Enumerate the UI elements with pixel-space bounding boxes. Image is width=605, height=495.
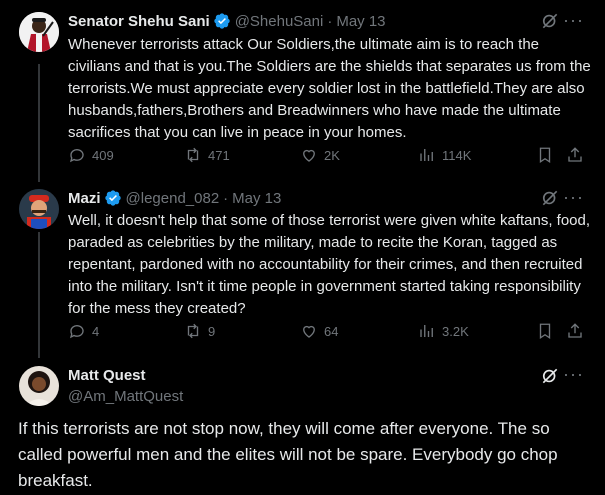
views-button[interactable]: 114K — [418, 146, 471, 164]
separator-dot: · — [223, 189, 229, 207]
repost-button[interactable]: 471 — [184, 146, 230, 164]
repost-icon — [187, 323, 199, 339]
bookmark-button[interactable] — [536, 146, 554, 164]
views-button[interactable]: 3.2K — [418, 322, 469, 340]
tweet-date[interactable]: May 13 — [232, 190, 281, 207]
repost-icon — [187, 147, 199, 163]
tweet-date[interactable]: May 13 — [336, 13, 385, 30]
verified-badge-icon — [104, 190, 121, 206]
share-icon — [568, 323, 582, 338]
author-handle[interactable]: @Am_MattQuest — [68, 388, 183, 405]
grok-icon[interactable] — [540, 11, 560, 31]
avatar[interactable] — [19, 189, 59, 229]
more-icon[interactable]: ··· — [563, 10, 583, 30]
views-count: 114K — [442, 147, 472, 163]
reply-button[interactable]: 409 — [68, 146, 114, 164]
author-name[interactable]: Matt Quest — [68, 367, 146, 384]
author-handle[interactable]: @legend_082 — [126, 190, 220, 207]
bookmark-button[interactable] — [536, 322, 554, 340]
like-icon — [303, 149, 315, 162]
author-name[interactable]: Mazi — [68, 190, 101, 207]
tweet-text: Well, it doesn't help that some of those… — [68, 212, 591, 317]
avatar[interactable] — [19, 12, 59, 52]
reply-button[interactable]: 4 — [68, 322, 99, 340]
grok-icon[interactable] — [540, 188, 560, 208]
tweet-text: Whenever terrorists attack Our Soldiers,… — [68, 36, 591, 141]
like-count: 64 — [324, 323, 339, 339]
more-icon[interactable]: ··· — [563, 364, 583, 384]
tweet-shehu-sani[interactable]: Senator Shehu Sani @ShehuSani · May 13 ·… — [0, 0, 605, 180]
verified-badge-icon — [214, 13, 230, 29]
like-count: 2K — [324, 147, 340, 163]
reply-icon — [69, 149, 84, 163]
reply-count: 409 — [92, 147, 114, 163]
more-icon[interactable]: ··· — [563, 187, 583, 207]
share-button[interactable] — [566, 322, 584, 340]
views-icon — [420, 325, 433, 337]
reply-count: 4 — [92, 323, 100, 339]
grok-icon[interactable] — [540, 366, 560, 386]
author-name[interactable]: Senator Shehu Sani — [68, 13, 210, 30]
like-button[interactable]: 2K — [300, 146, 340, 164]
tweet-actions: 4 9 64 3.2K — [68, 322, 588, 342]
bookmark-icon — [539, 323, 551, 340]
like-icon — [303, 325, 315, 338]
tweet-text: If this terrorists are not stop now, the… — [18, 419, 558, 490]
like-button[interactable]: 64 — [300, 322, 338, 340]
share-button[interactable] — [566, 146, 584, 164]
views-icon — [420, 149, 433, 161]
tweet-actions: 409 471 2K 114K — [68, 146, 588, 166]
share-icon — [568, 147, 582, 162]
author-handle[interactable]: @ShehuSani — [235, 13, 324, 30]
repost-button[interactable]: 9 — [184, 322, 215, 340]
separator-dot: · — [327, 12, 333, 30]
bookmark-icon — [539, 147, 551, 164]
repost-count: 9 — [208, 323, 216, 339]
tweet-mazi[interactable]: Mazi @legend_082 · May 13 ··· Well, it d… — [0, 180, 605, 355]
reply-icon — [69, 325, 84, 339]
repost-count: 471 — [208, 147, 230, 163]
avatar[interactable] — [19, 366, 59, 406]
views-count: 3.2K — [442, 323, 469, 339]
